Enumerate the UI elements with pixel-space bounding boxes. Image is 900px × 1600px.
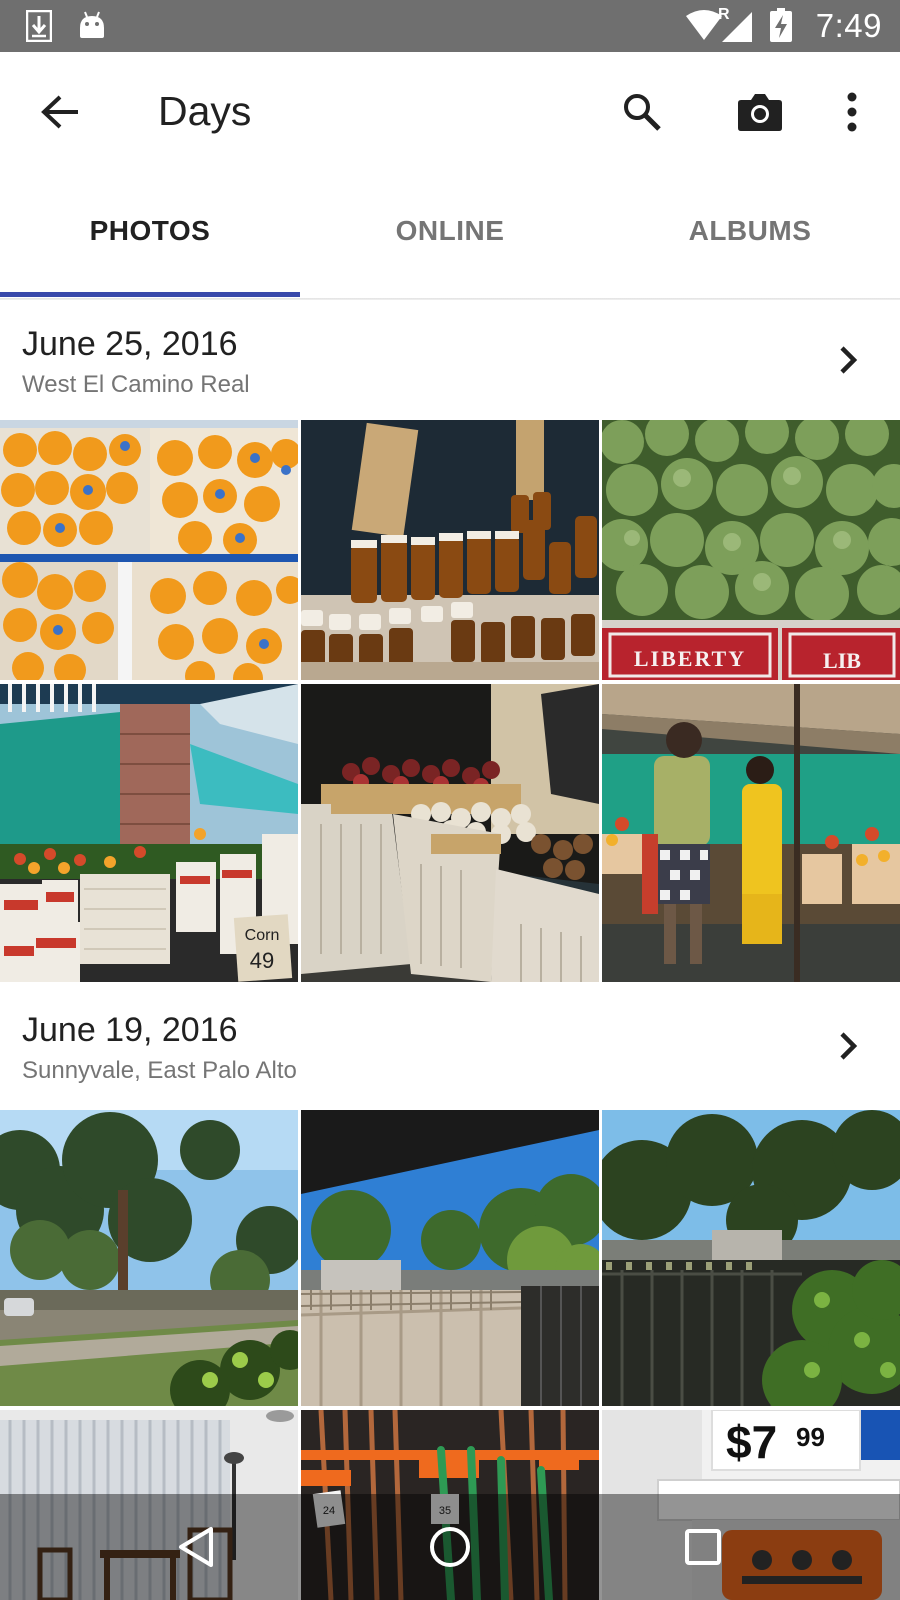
photo-thumbnail[interactable]	[602, 684, 900, 982]
battery-charging-icon	[770, 8, 792, 47]
wifi-icon	[686, 10, 722, 45]
photo-thumbnail[interactable]	[301, 684, 599, 982]
photo-thumbnail[interactable]: LIBERTY LIB	[602, 420, 900, 680]
status-time: 7:49	[815, 7, 882, 44]
price-tag-cents: 99	[796, 1422, 825, 1452]
price-tag-dollars: $7	[726, 1416, 778, 1468]
svg-text:LIB: LIB	[823, 648, 861, 673]
tab-albums[interactable]: ALBUMS	[600, 174, 900, 298]
back-arrow-icon[interactable]	[28, 80, 92, 144]
back-triangle-icon[interactable]	[162, 1512, 232, 1582]
svg-text:Corn: Corn	[245, 927, 280, 944]
tab-online[interactable]: ONLINE	[300, 174, 600, 298]
photo-thumbnail[interactable]	[301, 420, 599, 680]
svg-text:49: 49	[250, 948, 274, 973]
photo-thumbnail[interactable]: Corn 49	[0, 684, 298, 982]
tab-indicator	[0, 292, 300, 297]
download-icon	[25, 9, 53, 47]
status-bar: R 7:49	[0, 0, 900, 52]
section-header-june-19[interactable]: June 19, 2016 Sunnyvale, East Palo Alto	[0, 986, 900, 1108]
signal-icon	[722, 12, 752, 47]
page-title: Days	[158, 88, 252, 134]
section-date: June 19, 2016	[22, 1011, 238, 1049]
chevron-right-icon[interactable]	[830, 1028, 866, 1064]
svg-text:LIBERTY: LIBERTY	[634, 646, 746, 671]
recents-square-icon[interactable]	[668, 1512, 738, 1582]
section-location: Sunnyvale, East Palo Alto	[22, 1057, 297, 1084]
home-circle-icon[interactable]	[415, 1512, 485, 1582]
tab-bar: PHOTOS ONLINE ALBUMS	[0, 174, 900, 298]
camera-icon[interactable]	[728, 80, 792, 144]
tab-photos[interactable]: PHOTOS	[0, 174, 300, 298]
app-bar: Days	[0, 52, 900, 174]
section-date: June 25, 2016	[22, 325, 238, 363]
photo-thumbnail[interactable]	[301, 1110, 599, 1406]
android-icon	[78, 10, 106, 45]
navigation-bar	[0, 1494, 900, 1600]
photo-thumbnail[interactable]	[0, 420, 298, 680]
photo-thumbnail[interactable]	[602, 1110, 900, 1406]
chevron-right-icon[interactable]	[830, 342, 866, 378]
section-header-june-25[interactable]: June 25, 2016 West El Camino Real	[0, 300, 900, 422]
search-icon[interactable]	[610, 80, 674, 144]
more-vert-icon[interactable]	[820, 80, 884, 144]
section-location: West El Camino Real	[22, 371, 250, 398]
photo-thumbnail[interactable]	[0, 1110, 298, 1406]
